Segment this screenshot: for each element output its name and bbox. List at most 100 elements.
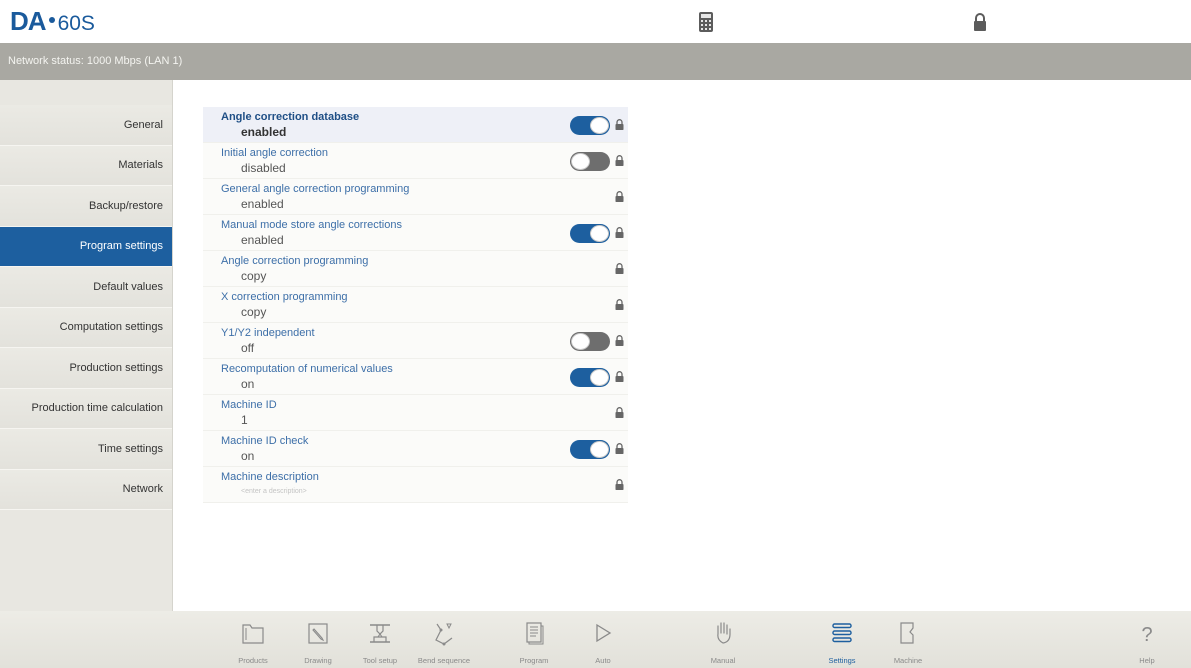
setting-title: X correction programming: [221, 291, 348, 303]
setting-title: Machine description: [221, 471, 319, 483]
toggle-knob: [590, 225, 609, 242]
sidebar-item-label: Backup/restore: [89, 199, 163, 212]
toggle-knob: [590, 369, 609, 386]
sidebar-item-production-settings[interactable]: Production settings: [0, 348, 172, 389]
help-icon: ?: [1141, 624, 1152, 646]
machine-description-placeholder[interactable]: <enter a description>: [241, 488, 307, 495]
setting-value: copy: [241, 269, 267, 283]
folder-icon: [242, 624, 264, 644]
sidebar-item-label: Default values: [93, 280, 163, 293]
network-status-text: Network status: 1000 Mbps (LAN 1): [8, 55, 183, 67]
lock-icon: [615, 335, 624, 346]
sidebar-item-backup-restore[interactable]: Backup/restore: [0, 186, 172, 227]
lock-icon: [615, 443, 624, 454]
sidebar-item-materials[interactable]: Materials: [0, 145, 172, 186]
bend-sequence-icon: [435, 623, 453, 646]
setting-value: enabled: [241, 197, 284, 211]
hand-icon: [717, 622, 731, 644]
setting-row-recomputation-of-numerical-values[interactable]: Recomputation of numerical values on: [203, 359, 628, 395]
lock-icon: [615, 191, 624, 202]
nav-products[interactable]: Products: [223, 611, 283, 668]
setting-value: on: [241, 449, 255, 463]
toggle-knob: [571, 333, 590, 350]
sidebar-item-network[interactable]: Network: [0, 469, 172, 510]
top-header: DA 60S: [0, 0, 1191, 43]
nav-label: Tool setup: [362, 656, 398, 665]
setting-title: Machine ID: [221, 399, 277, 411]
nav-settings[interactable]: Settings: [812, 611, 872, 668]
sidebar-item-time-settings[interactable]: Time settings: [0, 429, 172, 470]
lock-icon: [615, 155, 624, 166]
toggle-switch[interactable]: [570, 368, 610, 387]
nav-drawing[interactable]: Drawing: [288, 611, 348, 668]
setting-row-machine-id[interactable]: Machine ID 1: [203, 395, 628, 431]
lock-icon: [615, 263, 624, 274]
program-settings-list: Angle correction database enabled Initia…: [203, 107, 628, 503]
nav-label: Auto: [595, 656, 611, 665]
sidebar-item-label: Program settings: [79, 240, 163, 253]
logo-dot: [48, 17, 55, 23]
sidebar-item-default-values[interactable]: Default values: [0, 267, 172, 308]
nav-manual[interactable]: Manual: [693, 611, 753, 668]
sidebar-item-production-time-calculation[interactable]: Production time calculation: [0, 388, 172, 429]
toggle-switch[interactable]: [570, 224, 610, 243]
sidebar-item-label: General: [123, 118, 163, 131]
nav-program[interactable]: Program: [504, 611, 564, 668]
sidebar-item-label: Time settings: [97, 442, 163, 455]
nav-bend-sequence[interactable]: Bend sequence: [414, 611, 474, 668]
nav-machine[interactable]: Machine: [878, 611, 938, 668]
setting-row-y1-y2-independent[interactable]: Y1/Y2 independent off: [203, 323, 628, 359]
setting-row-machine-id-check[interactable]: Machine ID check on: [203, 431, 628, 467]
setting-row-initial-angle-correction[interactable]: Initial angle correction disabled: [203, 143, 628, 179]
setting-row-angle-correction-database[interactable]: Angle correction database enabled: [203, 107, 628, 143]
setting-title: Recomputation of numerical values: [221, 363, 393, 375]
sidebar-item-label: Production time calculation: [31, 402, 163, 415]
setting-title: Angle correction database: [221, 111, 360, 123]
toggle-switch[interactable]: [570, 116, 610, 135]
setting-title: Initial angle correction: [221, 147, 329, 159]
setting-value: enabled: [241, 233, 284, 247]
toggle-knob: [590, 441, 609, 458]
setting-value: enabled: [241, 125, 287, 139]
sidebar-item-computation-settings[interactable]: Computation settings: [0, 307, 172, 348]
sidebar-item-general[interactable]: General: [0, 105, 172, 146]
lock-icon: [615, 227, 624, 238]
sidebar-item-label: Computation settings: [59, 321, 163, 334]
nav-label: Drawing: [304, 656, 332, 665]
lock-icon: [615, 119, 624, 130]
setting-row-general-angle-correction-programming[interactable]: General angle correction programming ena…: [203, 179, 628, 215]
network-status-bar: Network status: 1000 Mbps (LAN 1): [0, 43, 1191, 80]
tool-setup-icon: [370, 624, 390, 643]
toggle-switch[interactable]: [570, 440, 610, 459]
nav-auto[interactable]: Auto: [573, 611, 633, 668]
sidebar-item-program-settings[interactable]: Program settings: [0, 226, 172, 267]
logo-brand: DA: [10, 6, 47, 36]
lock-icon[interactable]: [968, 10, 992, 34]
toggle-switch[interactable]: [570, 332, 610, 351]
nav-help[interactable]: ? Help: [1117, 611, 1177, 668]
toggle-switch[interactable]: [570, 152, 610, 171]
bottom-navigation: Products Drawing Tool setup Bend sequenc…: [0, 611, 1191, 668]
nav-label: Settings: [828, 656, 856, 665]
setting-row-x-correction-programming[interactable]: X correction programming copy: [203, 287, 628, 323]
settings-list-icon: [832, 623, 852, 643]
nav-label: Bend sequence: [417, 656, 471, 665]
setting-title: Manual mode store angle corrections: [221, 219, 402, 231]
setting-value: on: [241, 377, 255, 391]
lock-icon: [615, 371, 624, 382]
logo: DA 60S: [10, 6, 95, 36]
program-icon: [526, 622, 544, 645]
setting-row-manual-mode-store-angle-corrections[interactable]: Manual mode store angle corrections enab…: [203, 215, 628, 251]
setting-value: disabled: [241, 161, 286, 175]
setting-title: General angle correction programming: [221, 183, 410, 195]
nav-tool-setup[interactable]: Tool setup: [350, 611, 410, 668]
svg-text:?: ?: [1141, 624, 1152, 646]
setting-row-angle-correction-programming[interactable]: Angle correction programming copy: [203, 251, 628, 287]
app-window: DA 60S Network status: 1000 Mbps (LAN 1)…: [0, 0, 1191, 668]
calculator-icon[interactable]: [694, 10, 718, 34]
machine-icon: [900, 622, 914, 644]
setting-row-machine-description[interactable]: Machine description <enter a description…: [203, 467, 628, 503]
sidebar-item-label: Production settings: [69, 361, 163, 374]
lock-icon: [615, 479, 624, 490]
lock-icon: [615, 299, 624, 310]
